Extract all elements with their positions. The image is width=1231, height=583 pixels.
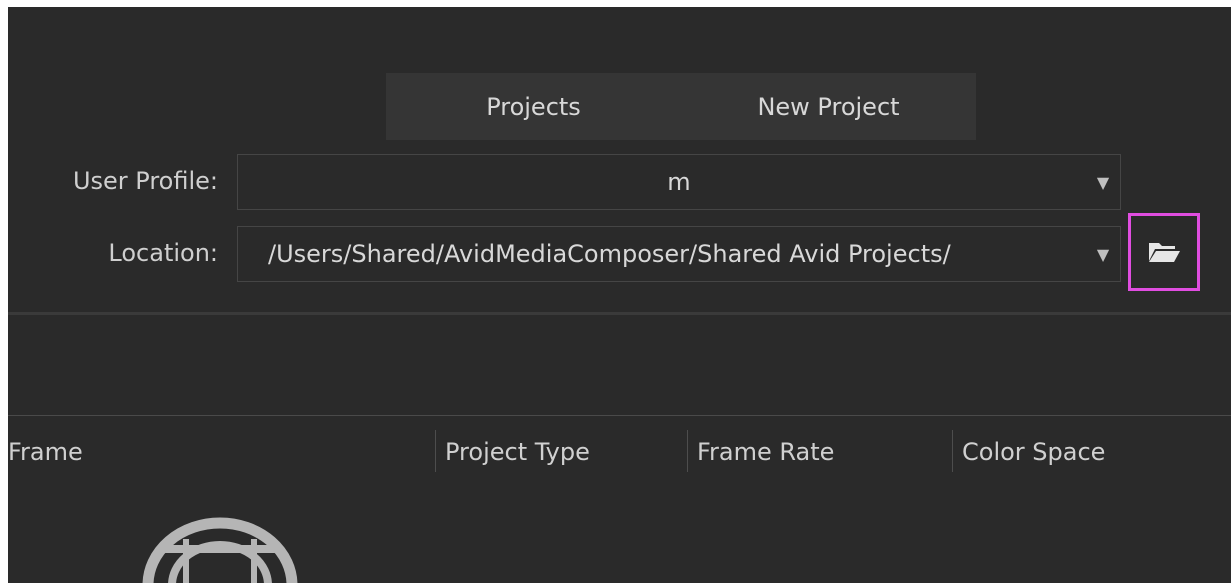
location-select[interactable]: /Users/Shared/AvidMediaComposer/Shared A… bbox=[237, 226, 1121, 282]
column-separator[interactable] bbox=[687, 430, 688, 472]
tab-projects[interactable]: Projects bbox=[386, 73, 681, 140]
tab-new-project[interactable]: New Project bbox=[681, 73, 976, 140]
chevron-down-icon: ▼ bbox=[1096, 172, 1110, 192]
folder-open-icon bbox=[1149, 243, 1180, 262]
location-value: /Users/Shared/AvidMediaComposer/Shared A… bbox=[268, 240, 951, 268]
column-color-space[interactable]: Color Space bbox=[962, 432, 1105, 472]
browse-folder-button[interactable] bbox=[1128, 213, 1200, 291]
location-label: Location: bbox=[108, 239, 218, 267]
user-profile-value: m bbox=[667, 168, 691, 196]
table-header-divider bbox=[8, 415, 1231, 416]
user-profile-select[interactable]: m ▼ bbox=[237, 154, 1121, 210]
project-window: Projects New Project User Profile: m ▼ L… bbox=[8, 7, 1231, 583]
user-profile-label: User Profile: bbox=[72, 167, 218, 195]
tab-bar: Projects New Project bbox=[386, 73, 976, 140]
column-frame-rate[interactable]: Frame Rate bbox=[697, 432, 834, 472]
column-separator[interactable] bbox=[435, 430, 436, 472]
section-divider bbox=[8, 312, 1231, 315]
column-project-type[interactable]: Project Type bbox=[445, 432, 590, 472]
column-frame[interactable]: Frame bbox=[8, 432, 83, 472]
column-separator[interactable] bbox=[952, 430, 953, 472]
avid-logo bbox=[142, 517, 298, 583]
chevron-down-icon: ▼ bbox=[1096, 244, 1110, 264]
